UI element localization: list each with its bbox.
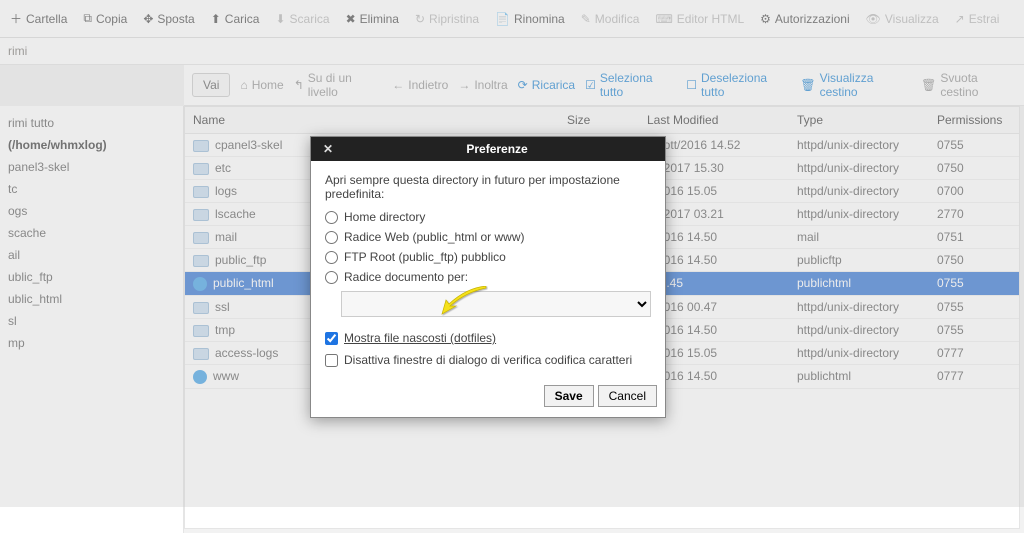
chk-dotfiles[interactable]: Mostra file nascosti (dotfiles) bbox=[325, 327, 651, 349]
modal-title: Preferenze bbox=[337, 142, 657, 156]
opt-web[interactable]: Radice Web (public_html or www) bbox=[325, 227, 651, 247]
opt-doc[interactable]: Radice documento per: bbox=[325, 267, 651, 287]
cancel-button[interactable]: Cancel bbox=[598, 385, 657, 407]
doc-root-select[interactable] bbox=[341, 291, 651, 317]
preferences-modal: ✕ Preferenze Apri sempre questa director… bbox=[310, 136, 666, 418]
close-icon[interactable]: ✕ bbox=[319, 142, 337, 156]
save-button[interactable]: Save bbox=[544, 385, 594, 407]
modal-intro: Apri sempre questa directory in futuro p… bbox=[325, 173, 651, 201]
opt-ftp[interactable]: FTP Root (public_ftp) pubblico bbox=[325, 247, 651, 267]
chk-encoding[interactable]: Disattiva finestre di dialogo di verific… bbox=[325, 349, 651, 371]
opt-home[interactable]: Home directory bbox=[325, 207, 651, 227]
